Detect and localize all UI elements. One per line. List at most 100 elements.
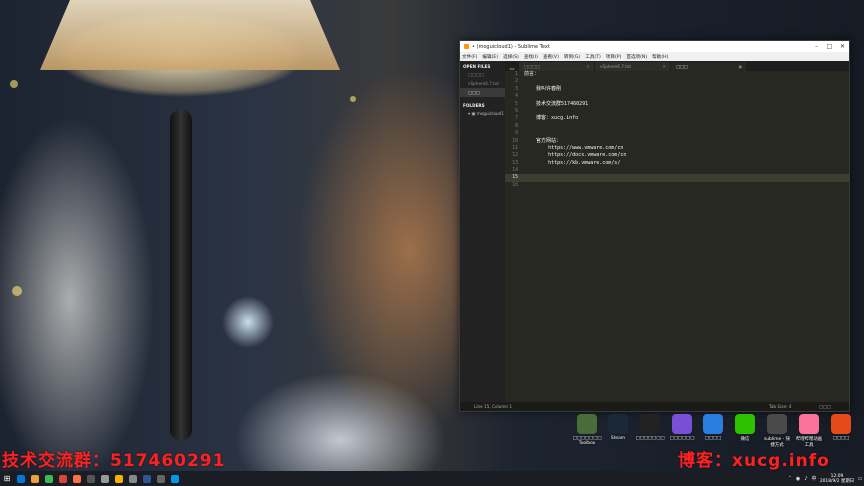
- tab-label: □□□□: [524, 64, 540, 69]
- sublime-text-window[interactable]: • (moguicloud1) - Sublime Text – □ ✕ 文件(…: [459, 40, 850, 412]
- code-line[interactable]: https://www.vmware.com/cn: [520, 145, 849, 152]
- bilibili-app-icon: [799, 414, 819, 434]
- watermark-right: 博客：xucg.info: [678, 451, 830, 471]
- line-number-gutter: 1 2 3 4 5 6 7 8 9 10 11 12 13 14 15 16: [505, 71, 520, 402]
- code-line[interactable]: [520, 123, 849, 130]
- code-editor-area[interactable]: 前言： 我叫许春刚 技术交流群517460291 博客：xucg.info 官方…: [520, 71, 849, 402]
- tab-size-selector[interactable]: Tab Size: 4: [769, 404, 819, 409]
- code-line[interactable]: [520, 93, 849, 100]
- menu-tools[interactable]: 工具(T): [585, 54, 601, 60]
- desktop-icon-steam[interactable]: Steam: [603, 414, 633, 441]
- code-line[interactable]: [520, 182, 849, 189]
- desktop-icon-label: □□□□□□□ Toolbox: [572, 436, 602, 446]
- taskbar-app-icon[interactable]: [28, 471, 42, 486]
- code-line[interactable]: [520, 78, 849, 85]
- desktop-icon-label: Steam: [610, 436, 626, 441]
- menu-selection[interactable]: 选择(S): [503, 54, 519, 60]
- menu-help[interactable]: 帮助(H): [652, 54, 668, 60]
- desktop-icon-bilibili[interactable]: 哔哩哔哩动画 工具: [794, 414, 824, 448]
- tab-close-icon[interactable]: ✕: [586, 64, 590, 69]
- code-line[interactable]: 前言：: [520, 71, 849, 78]
- menu-goto[interactable]: 转到(G): [564, 54, 580, 60]
- ime-icon[interactable]: 中: [810, 475, 818, 482]
- app-icon: [703, 414, 723, 434]
- sidebar-folder-label: moguicloud1: [476, 111, 504, 116]
- taskbar-app-icon[interactable]: [42, 471, 56, 486]
- line-number: 2: [515, 79, 518, 85]
- tab-close-icon[interactable]: ✕: [662, 64, 666, 69]
- line-number: 9: [515, 131, 518, 137]
- code-line[interactable]: 我叫许春刚: [520, 86, 849, 93]
- toolbox-app-icon: [577, 414, 597, 434]
- sidebar-open-file-active[interactable]: □□□: [460, 88, 505, 97]
- tab-label: vSphere6.7.txt: [600, 64, 631, 69]
- desktop-icon-wechat[interactable]: 微信: [730, 414, 760, 442]
- taskbar-app-icon[interactable]: [14, 471, 28, 486]
- menu-edit[interactable]: 编辑(E): [482, 54, 498, 60]
- desktop-icon-app9[interactable]: □□□□: [826, 414, 856, 441]
- volume-icon[interactable]: ♪: [802, 476, 810, 482]
- minimize-icon[interactable]: –: [810, 43, 823, 50]
- bokeh-light: [350, 96, 356, 102]
- taskbar-app-icon[interactable]: [70, 471, 84, 486]
- desktop-icon-label: 微信: [740, 437, 750, 442]
- taskbar-apps: [14, 471, 182, 486]
- menu-project[interactable]: 项目(P): [606, 54, 622, 60]
- chevron-up-icon[interactable]: ˄: [786, 476, 794, 482]
- line-number: 4: [515, 94, 518, 100]
- taskbar-app-icon[interactable]: [126, 471, 140, 486]
- code-line[interactable]: 技术交流群517460291: [520, 101, 849, 108]
- line-number: 12: [512, 153, 518, 159]
- taskbar-app-icon[interactable]: [56, 471, 70, 486]
- desktop-icon-label: □□□□: [704, 436, 722, 441]
- code-line[interactable]: https://docs.vmware.com/cn: [520, 152, 849, 159]
- desktop-icon-app5[interactable]: □□□□: [698, 414, 728, 441]
- sidebar-open-file[interactable]: □□□□: [460, 70, 505, 79]
- code-line[interactable]: [520, 130, 849, 137]
- app-icon: [831, 414, 851, 434]
- line-number: 7: [515, 116, 518, 122]
- windows-start-icon[interactable]: ⊞: [0, 471, 14, 486]
- desktop-icon-app4[interactable]: □□□□□□: [667, 414, 697, 441]
- line-number: 11: [512, 145, 518, 151]
- menu-find[interactable]: 查找(I): [524, 54, 538, 60]
- obs-app-icon: [640, 414, 660, 434]
- maximize-icon[interactable]: □: [823, 43, 836, 50]
- desktop-icon-sublime[interactable]: sublime - 快捷方式: [762, 414, 792, 448]
- taskbar-clock[interactable]: 12:09 2018/9/2 星期日: [818, 474, 856, 484]
- desktop-icon-obs[interactable]: □□□□□□□: [635, 414, 665, 441]
- tab-label: □□□: [676, 64, 688, 69]
- notification-icon[interactable]: ▭: [856, 476, 864, 482]
- taskbar: ⊞ ˄ ◉ ♪ 中 12:09 2018/9/2 星期日 ▭: [0, 471, 864, 486]
- taskbar-app-icon[interactable]: [98, 471, 112, 486]
- code-line[interactable]: 官方网站：: [520, 138, 849, 145]
- sidebar-open-file[interactable]: vSphere6.7.txt: [460, 79, 505, 88]
- cursor-position: Line 15, Column 1: [474, 404, 513, 409]
- taskbar-app-icon[interactable]: [168, 471, 182, 486]
- close-icon[interactable]: ✕: [836, 43, 849, 50]
- code-line[interactable]: https://kb.vmware.com/s/: [520, 160, 849, 167]
- syntax-selector[interactable]: □□□: [819, 404, 849, 409]
- desktop-icon-toolbox[interactable]: □□□□□□□ Toolbox: [572, 414, 602, 446]
- sidebar-folder[interactable]: ▾ ▣ moguicloud1: [460, 109, 505, 118]
- tab-file-1[interactable]: □□□□ ✕: [519, 62, 594, 71]
- window-titlebar[interactable]: • (moguicloud1) - Sublime Text – □ ✕: [460, 41, 849, 52]
- menu-file[interactable]: 文件(F): [462, 54, 477, 60]
- menu-view[interactable]: 查看(V): [543, 54, 559, 60]
- taskbar-app-icon[interactable]: [112, 471, 126, 486]
- taskbar-app-icon[interactable]: [84, 471, 98, 486]
- taskbar-app-icon[interactable]: [154, 471, 168, 486]
- steam-app-icon: [608, 414, 628, 434]
- taskbar-app-icon[interactable]: [140, 471, 154, 486]
- lamp-shade-decoration: [40, 0, 340, 70]
- tab-file-3-active[interactable]: □□□ ●: [671, 62, 746, 71]
- menu-preferences[interactable]: 首选项(N): [626, 54, 647, 60]
- code-line[interactable]: 博客：xucg.info: [520, 115, 849, 122]
- network-icon[interactable]: ◉: [794, 476, 802, 482]
- code-line[interactable]: [520, 167, 849, 174]
- line-number: 13: [512, 160, 518, 166]
- tab-file-2[interactable]: vSphere6.7.txt ✕: [595, 62, 670, 71]
- code-line-current[interactable]: [520, 174, 849, 182]
- line-number: 10: [512, 138, 518, 144]
- tab-modified-icon[interactable]: ●: [738, 64, 742, 69]
